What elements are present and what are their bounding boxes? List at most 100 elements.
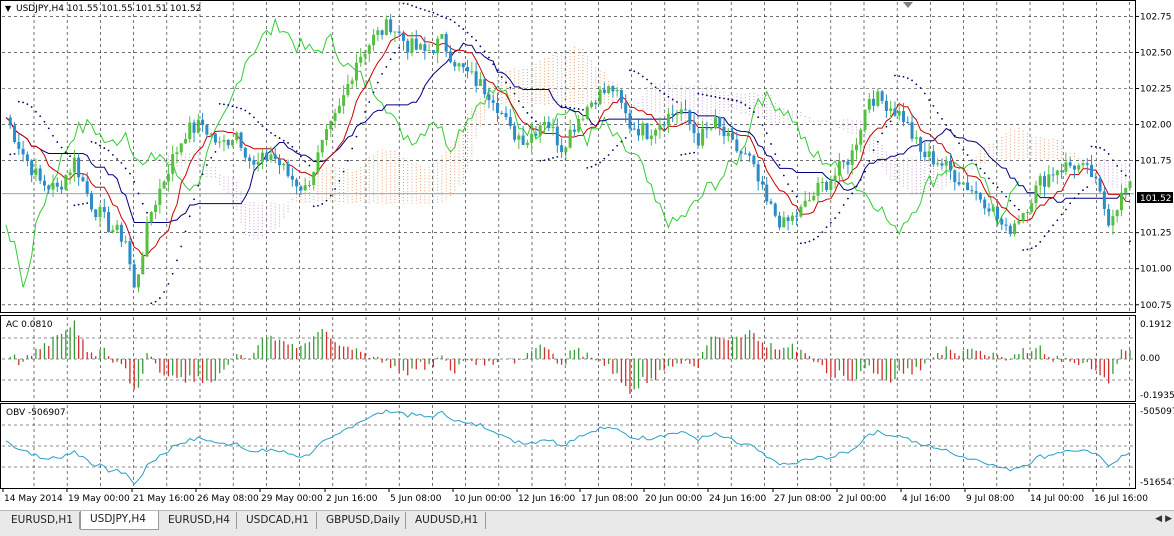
candle-body — [427, 50, 431, 52]
sar-dot — [577, 108, 580, 110]
candle-body — [239, 132, 243, 148]
candle-body — [692, 124, 696, 134]
candle-body — [615, 90, 619, 92]
sar-dot — [530, 116, 533, 119]
sar-dot — [753, 111, 755, 113]
candle-body — [474, 71, 478, 86]
sar-dot — [834, 217, 837, 220]
sar-dot — [603, 157, 606, 160]
ac-panel[interactable] — [0, 315, 1136, 402]
sar-dot — [111, 153, 114, 156]
candle-body — [743, 153, 747, 155]
sar-dot — [129, 172, 131, 175]
candle-body — [731, 132, 735, 140]
candle-body — [927, 151, 931, 158]
sar-dot — [1026, 248, 1029, 251]
sar-dot — [304, 160, 307, 163]
sar-dot — [124, 167, 127, 170]
candle-body — [89, 193, 93, 210]
sar-dot — [761, 124, 764, 126]
candle-body — [209, 133, 213, 135]
candle-body — [423, 44, 427, 51]
candle-body — [196, 119, 200, 133]
candle-body — [978, 192, 982, 200]
candle-body — [705, 128, 709, 130]
sar-dot — [184, 230, 187, 233]
tab-usdcad-h1[interactable]: USDCAD,H1 — [237, 512, 317, 529]
candle-body — [376, 30, 380, 35]
sar-dot — [876, 140, 879, 143]
sar-dot — [513, 92, 516, 95]
candle-body — [444, 34, 448, 52]
tab-audusd-h1[interactable]: AUDUSD,H1 — [406, 512, 486, 529]
sar-dot — [697, 92, 700, 95]
time-label: 12 Jun 16:00 — [518, 494, 575, 504]
candle-body — [645, 123, 649, 139]
candle-body — [867, 98, 871, 110]
sar-dot — [812, 238, 815, 241]
candle-body — [218, 141, 222, 143]
sar-dot — [240, 107, 242, 110]
sar-dot — [488, 56, 490, 59]
sar-dot — [676, 101, 678, 103]
sar-dot — [17, 100, 20, 103]
sar-dot — [923, 92, 926, 95]
ac-scale-min: -0.1935 — [1140, 391, 1174, 401]
candle-body — [611, 86, 615, 92]
candle-body — [842, 161, 846, 163]
candle-body — [17, 142, 21, 149]
candle-body — [397, 31, 401, 33]
sar-dot — [782, 174, 785, 177]
sar-dot — [992, 182, 995, 185]
candle-body — [222, 139, 226, 142]
scroll-left-icon[interactable]: ◀ — [1155, 514, 1162, 524]
sar-dot — [432, 11, 435, 14]
tab-usdjpy-h4[interactable]: USDJPY,H4 — [80, 511, 159, 530]
sar-dot — [180, 245, 183, 248]
chart-canvas[interactable]: 102.75 102.50 102.25 102.00 101.75 101.25 101.… — [0, 0, 1174, 510]
candle-body — [256, 161, 260, 165]
sar-dot — [804, 241, 807, 244]
tab-scroll-controls[interactable]: ◀ ▶ — [1155, 514, 1172, 524]
sar-dot — [449, 18, 452, 21]
sar-dot — [714, 96, 717, 98]
scroll-right-icon[interactable]: ▶ — [1165, 514, 1172, 524]
sar-dot — [338, 179, 341, 182]
candle-body — [872, 98, 876, 106]
candle-body — [316, 152, 320, 172]
sar-dot — [1047, 230, 1050, 232]
tab-gbpusd-daily[interactable]: GBPUSD,Daily — [317, 512, 406, 529]
sar-dot — [808, 240, 811, 243]
sar-dot — [539, 159, 542, 162]
sar-dot — [107, 149, 110, 152]
candle-body — [1111, 216, 1115, 226]
time-label: 4 Jul 16:00 — [902, 494, 951, 504]
sar-dot — [949, 129, 952, 131]
main-panel[interactable] — [0, 0, 1136, 313]
candle-body — [81, 177, 85, 182]
candle-body — [1081, 163, 1085, 166]
sar-dot — [428, 10, 431, 13]
tab-eurusd-h4[interactable]: EURUSD,H4 — [159, 512, 237, 529]
sar-dot — [406, 3, 409, 5]
sar-dot — [859, 179, 862, 181]
sar-dot — [274, 134, 277, 137]
sar-dot — [774, 153, 777, 156]
sar-dot — [394, 52, 396, 54]
candle-body — [590, 102, 594, 107]
candle-body — [132, 264, 136, 288]
sar-dot — [748, 107, 751, 110]
candle-body — [192, 122, 196, 133]
tab-eurusd-h1[interactable]: EURUSD,H1 — [2, 512, 80, 529]
sar-dot — [1035, 245, 1037, 247]
sar-dot — [1082, 189, 1084, 192]
candle-body — [252, 160, 256, 165]
sar-dot — [1073, 197, 1076, 200]
candle-body — [205, 125, 209, 135]
candle-body — [354, 62, 358, 81]
candle-body — [1094, 177, 1098, 179]
candle-body — [231, 140, 235, 146]
sar-dot — [317, 204, 319, 207]
sar-dot — [979, 167, 982, 170]
candle-body — [632, 128, 636, 130]
